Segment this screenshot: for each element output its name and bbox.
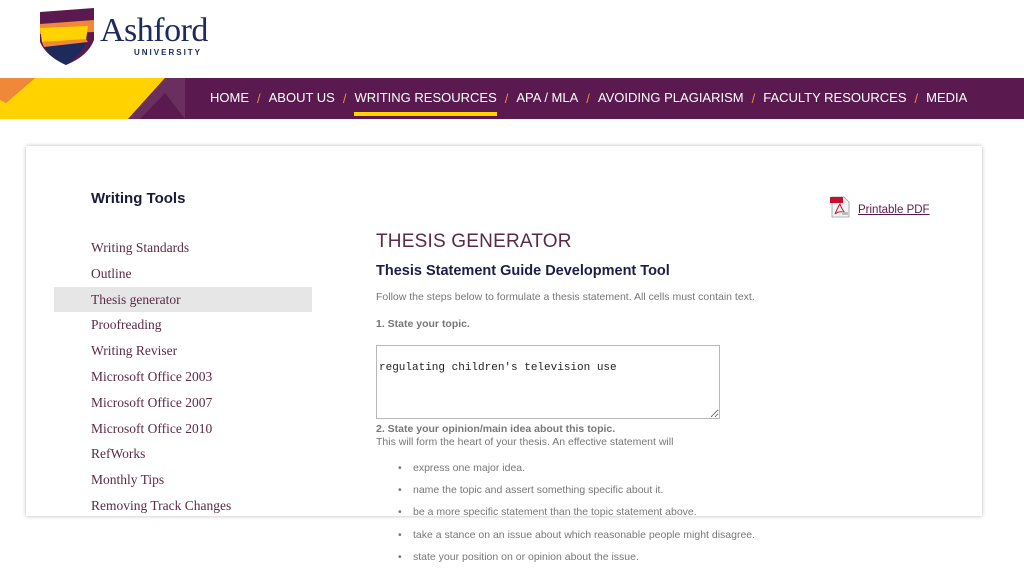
- nav-separator: /: [257, 79, 261, 119]
- shield-logo-icon: [38, 6, 96, 66]
- nav-separator: /: [915, 79, 919, 119]
- sidebar-item-removing-track-changes[interactable]: Removing Track Changes: [54, 493, 312, 519]
- nav-separator: /: [586, 79, 590, 119]
- sidebar-item-proofreading[interactable]: Proofreading: [54, 312, 312, 338]
- tool-subtitle: Thesis Statement Guide Development Tool: [376, 262, 936, 280]
- topic-input[interactable]: regulating children's television use: [376, 345, 720, 419]
- sidebar-item-writing-reviser[interactable]: Writing Reviser: [54, 338, 312, 364]
- bullet-icon: •: [398, 529, 402, 542]
- sidebar-item-ms-office-2007[interactable]: Microsoft Office 2007: [54, 390, 312, 416]
- criteria-item: • state your position on or opinion about…: [398, 551, 936, 564]
- step1-label: 1. State your topic.: [376, 318, 936, 331]
- nav-home[interactable]: HOME: [210, 78, 249, 119]
- sidebar-item-thesis-generator[interactable]: Thesis generator: [54, 287, 312, 313]
- bullet-icon: •: [398, 506, 402, 519]
- sidebar-item-monthly-tips[interactable]: Monthly Tips: [54, 467, 312, 493]
- nav-avoiding-plagiarism[interactable]: AVOIDING PLAGIARISM: [598, 78, 744, 119]
- nav-media[interactable]: MEDIA: [926, 78, 967, 119]
- criteria-list: • express one major idea. • name the topic…: [376, 462, 936, 564]
- sidebar-item-writing-standards[interactable]: Writing Standards: [54, 235, 312, 261]
- sidebar-item-ms-office-2003[interactable]: Microsoft Office 2003: [54, 364, 312, 390]
- criteria-text: state your position on or opinion about …: [413, 551, 639, 563]
- nav-faculty-resources[interactable]: FACULTY RESOURCES: [763, 78, 906, 119]
- criteria-item: • express one major idea.: [398, 462, 936, 475]
- step2-description: This will form the heart of your thesis.…: [376, 436, 936, 449]
- criteria-text: take a stance on an issue about which re…: [413, 529, 755, 541]
- page-title: THESIS GENERATOR: [376, 230, 936, 254]
- bullet-icon: •: [398, 462, 402, 475]
- nav-writing-resources[interactable]: WRITING RESOURCES: [354, 78, 496, 119]
- intro-text: Follow the steps below to formulate a th…: [376, 291, 936, 304]
- pdf-file-icon: [830, 196, 850, 218]
- sidebar-item-refworks[interactable]: RefWorks: [54, 441, 312, 467]
- ashford-logo[interactable]: Ashford UNIVERSITY: [38, 6, 218, 68]
- sidebar-title: Writing Tools: [91, 190, 185, 207]
- sidebar-item-ms-office-2010[interactable]: Microsoft Office 2010: [54, 416, 312, 442]
- bullet-icon: •: [398, 484, 402, 497]
- printable-pdf-label[interactable]: Printable PDF: [858, 203, 930, 217]
- logo-subtitle: UNIVERSITY: [134, 48, 202, 57]
- sidebar-nav: Writing Standards Outline Thesis generat…: [54, 235, 312, 519]
- criteria-item: • be a more specific statement than the t…: [398, 506, 936, 519]
- logo-wordmark: Ashford: [100, 14, 208, 48]
- nav-separator: /: [343, 79, 347, 119]
- criteria-text: name the topic and assert something spec…: [413, 484, 663, 496]
- main-nav: HOME / ABOUT US / WRITING RESOURCES / AP…: [0, 78, 1024, 119]
- step2-label: 2. State your opinion/main idea about th…: [376, 423, 936, 436]
- criteria-item: • name the topic and assert something spe…: [398, 484, 936, 497]
- nav-items: HOME / ABOUT US / WRITING RESOURCES / AP…: [210, 78, 967, 119]
- criteria-item: • take a stance on an issue about which r…: [398, 529, 936, 542]
- bullet-icon: •: [398, 551, 402, 564]
- printable-pdf-link[interactable]: Printable PDF: [830, 196, 930, 218]
- criteria-text: express one major idea.: [413, 462, 525, 474]
- criteria-text: be a more specific statement than the to…: [413, 506, 697, 518]
- nav-about-us[interactable]: ABOUT US: [269, 78, 335, 119]
- nav-decoration-stripes: [0, 78, 185, 119]
- sidebar-item-outline[interactable]: Outline: [54, 261, 312, 287]
- thesis-generator-main: THESIS GENERATOR Thesis Statement Guide …: [376, 230, 936, 573]
- nav-separator: /: [752, 79, 756, 119]
- nav-apa-mla[interactable]: APA / MLA: [516, 78, 578, 119]
- nav-separator: /: [505, 79, 509, 119]
- site-header: Ashford UNIVERSITY: [0, 0, 1024, 78]
